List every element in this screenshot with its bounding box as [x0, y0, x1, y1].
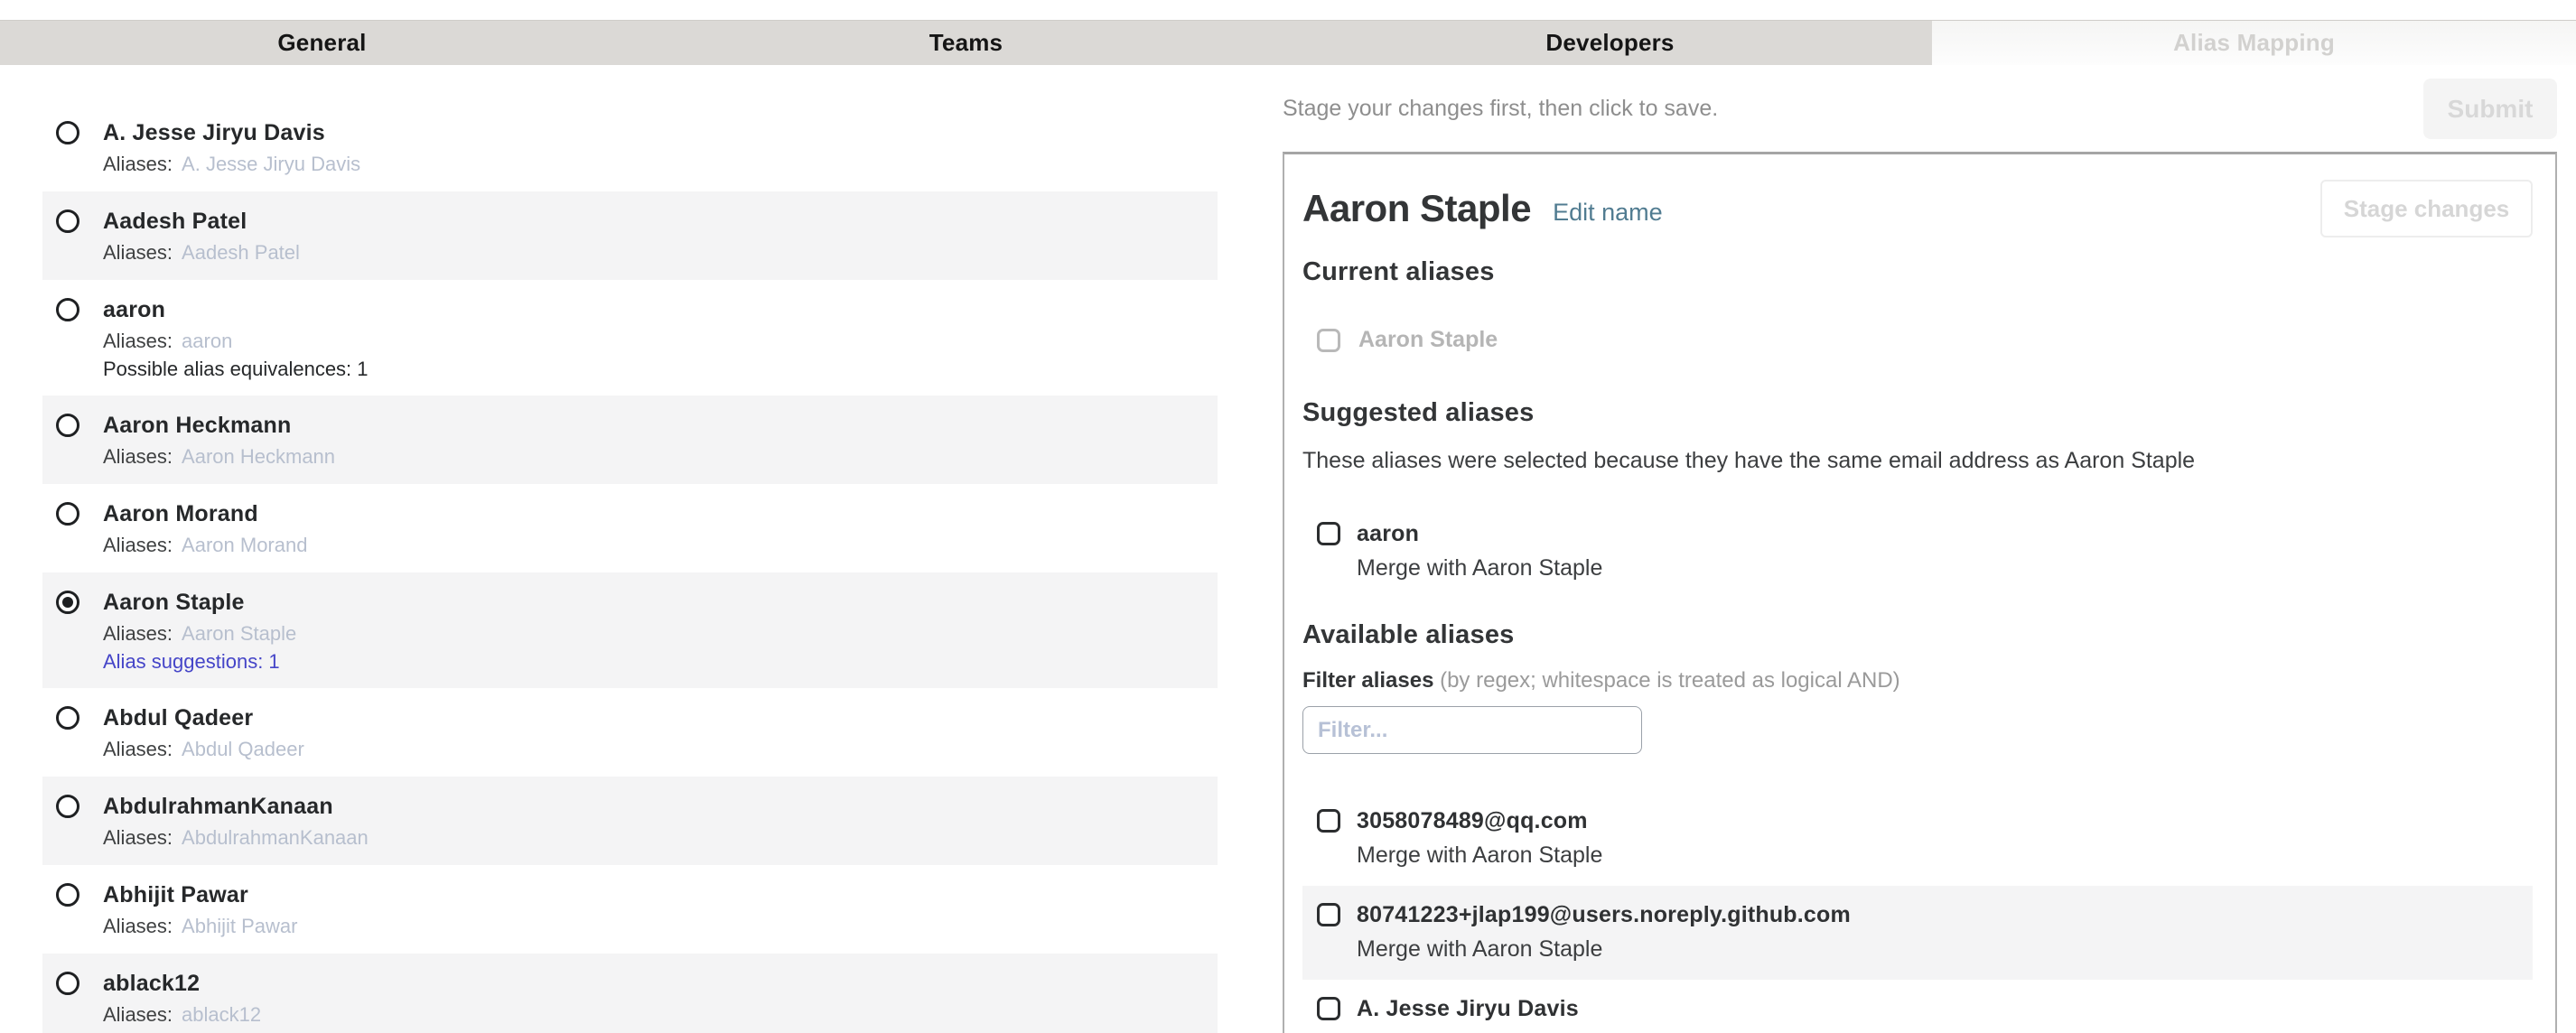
current-alias-item: Aaron Staple: [1317, 327, 2533, 353]
checkbox-unchecked-icon[interactable]: [1317, 903, 1340, 926]
radio-selected-icon[interactable]: [56, 591, 79, 614]
aliases-label: Aliases:: [103, 622, 173, 645]
list-item-abhijit-pawar[interactable]: Abhijit Pawar Aliases: Abhijit Pawar: [42, 865, 1218, 954]
radio-unselected-icon[interactable]: [56, 706, 79, 730]
available-alias-item[interactable]: 80741223+jlap199@users.noreply.github.co…: [1302, 886, 2533, 980]
alias-value: ablack12: [182, 1003, 261, 1026]
developer-name: Abdul Qadeer: [103, 701, 304, 735]
checkbox-unchecked-icon[interactable]: [1317, 997, 1340, 1020]
alias-name: A. Jesse Jiryu Davis: [1357, 992, 1602, 1025]
alias-suggestions-link[interactable]: Alias suggestions: 1: [103, 648, 296, 675]
available-aliases-list: 3058078489@qq.com Merge with Aaron Stapl…: [1302, 792, 2533, 1033]
developer-name: Abhijit Pawar: [103, 878, 297, 912]
alias-value: Aaron Staple: [182, 622, 296, 645]
tab-developers[interactable]: Developers: [1288, 21, 1932, 65]
filter-aliases-input[interactable]: [1302, 706, 1642, 754]
alias-name: aaron: [1357, 517, 1602, 550]
merge-note: Merge with Aaron Staple: [1357, 837, 1602, 873]
merge-note: Merge with Aaron Staple: [1357, 550, 1602, 586]
radio-unselected-icon[interactable]: [56, 883, 79, 907]
developer-name: Aaron Morand: [103, 497, 307, 531]
aliases-label: Aliases:: [103, 445, 173, 468]
alias-name: 80741223+jlap199@users.noreply.github.co…: [1357, 898, 1851, 931]
aliases-label: Aliases:: [103, 738, 173, 760]
alias-value: aaron: [182, 330, 232, 352]
checkbox-unchecked-icon[interactable]: [1317, 522, 1340, 545]
alias-value: Abhijit Pawar: [182, 915, 297, 937]
aliases-label: Aliases:: [103, 330, 173, 352]
merge-note: Merge with Aaron Staple: [1357, 931, 1851, 967]
selected-developer-name: Aaron Staple: [1302, 187, 1531, 230]
alias-value: Aaron Heckmann: [182, 445, 335, 468]
list-item-aaron-heckmann[interactable]: Aaron Heckmann Aliases: Aaron Heckmann: [42, 396, 1218, 484]
radio-unselected-icon[interactable]: [56, 121, 79, 144]
available-alias-item[interactable]: A. Jesse Jiryu Davis Merge with Aaron St…: [1302, 980, 2533, 1033]
tab-bar: General Teams Developers Alias Mapping: [0, 20, 2576, 65]
list-item-a-jesse-jiryu-davis[interactable]: A. Jesse Jiryu Davis Aliases: A. Jesse Ji…: [42, 103, 1218, 191]
submit-button[interactable]: Submit: [2423, 79, 2557, 139]
developer-name: ablack12: [103, 966, 261, 1000]
alias-value: Abdul Qadeer: [182, 738, 304, 760]
stage-instructions: Stage your changes first, then click to …: [1283, 96, 1718, 122]
list-item-aaron-staple-selected[interactable]: Aaron Staple Aliases: Aaron Staple Alias …: [42, 572, 1218, 688]
filter-aliases-label: Filter aliases (by regex; whitespace is …: [1302, 668, 2533, 693]
top-whitespace: [0, 0, 2576, 20]
radio-unselected-icon[interactable]: [56, 414, 79, 437]
current-aliases-heading: Current aliases: [1302, 257, 2533, 287]
radio-unselected-icon[interactable]: [56, 209, 79, 233]
list-item-aadesh-patel[interactable]: Aadesh Patel Aliases: Aadesh Patel: [42, 191, 1218, 280]
checkbox-unchecked-icon[interactable]: [1317, 809, 1340, 833]
alias-mapping-panel-area: Stage your changes first, then click to …: [1283, 65, 2557, 1033]
alias-value: A. Jesse Jiryu Davis: [182, 153, 360, 175]
edit-name-link[interactable]: Edit name: [1553, 199, 1663, 227]
list-item-abdulrahmankanaan[interactable]: AbdulrahmanKanaan Aliases:AbdulrahmanKan…: [42, 777, 1218, 865]
radio-unselected-icon[interactable]: [56, 502, 79, 526]
developer-name: aaron: [103, 293, 369, 327]
developer-name: Aaron Staple: [103, 585, 296, 619]
merge-note: Merge with Aaron Staple: [1357, 1025, 1602, 1033]
tab-general[interactable]: General: [0, 21, 644, 65]
aliases-label: Aliases:: [103, 534, 173, 556]
aliases-label: Aliases:: [103, 1003, 173, 1026]
aliases-label: Aliases:: [103, 915, 173, 937]
aliases-label: Aliases:: [103, 826, 173, 849]
developer-name: Aadesh Patel: [103, 204, 300, 238]
aliases-label: Aliases:: [103, 241, 173, 264]
stage-changes-button[interactable]: Stage changes: [2320, 180, 2533, 237]
main-content: A. Jesse Jiryu Davis Aliases: A. Jesse Ji…: [0, 65, 2576, 1033]
radio-unselected-icon[interactable]: [56, 795, 79, 818]
suggested-alias-item[interactable]: aaron Merge with Aaron Staple: [1302, 505, 2533, 599]
developer-name: Aaron Heckmann: [103, 408, 335, 442]
developer-list: A. Jesse Jiryu Davis Aliases: A. Jesse Ji…: [42, 103, 1218, 1033]
checkbox-disabled-icon: [1317, 329, 1340, 352]
aliases-label: Aliases:: [103, 153, 173, 175]
suggested-aliases-description: These aliases were selected because they…: [1302, 448, 2533, 474]
list-item-aaron[interactable]: aaron Aliases: aaron Possible alias equiv…: [42, 280, 1218, 396]
alias-value: Aadesh Patel: [182, 241, 300, 264]
developer-name: AbdulrahmanKanaan: [103, 789, 369, 824]
list-item-abdul-qadeer[interactable]: Abdul Qadeer Aliases: Abdul Qadeer: [42, 688, 1218, 777]
available-aliases-heading: Available aliases: [1302, 620, 2533, 650]
radio-unselected-icon[interactable]: [56, 972, 79, 995]
possible-equivalences-note: Possible alias equivalences: 1: [103, 356, 369, 383]
developer-detail-panel: Aaron Staple Edit name Stage changes Cur…: [1283, 152, 2557, 1033]
developer-name: A. Jesse Jiryu Davis: [103, 116, 360, 150]
list-item-aaron-morand[interactable]: Aaron Morand Aliases: Aaron Morand: [42, 484, 1218, 572]
radio-unselected-icon[interactable]: [56, 298, 79, 321]
tab-teams[interactable]: Teams: [644, 21, 1288, 65]
stage-save-header: Stage your changes first, then click to …: [1283, 79, 2557, 139]
suggested-aliases-heading: Suggested aliases: [1302, 398, 2533, 428]
alias-value: Aaron Morand: [182, 534, 307, 556]
list-item-ablack12[interactable]: ablack12 Aliases: ablack12: [42, 954, 1218, 1033]
available-alias-item[interactable]: 3058078489@qq.com Merge with Aaron Stapl…: [1302, 792, 2533, 886]
alias-value: AbdulrahmanKanaan: [182, 826, 369, 849]
current-alias-label: Aaron Staple: [1358, 327, 1498, 353]
alias-name: 3058078489@qq.com: [1357, 805, 1602, 837]
tab-alias-mapping[interactable]: Alias Mapping: [1932, 21, 2576, 65]
